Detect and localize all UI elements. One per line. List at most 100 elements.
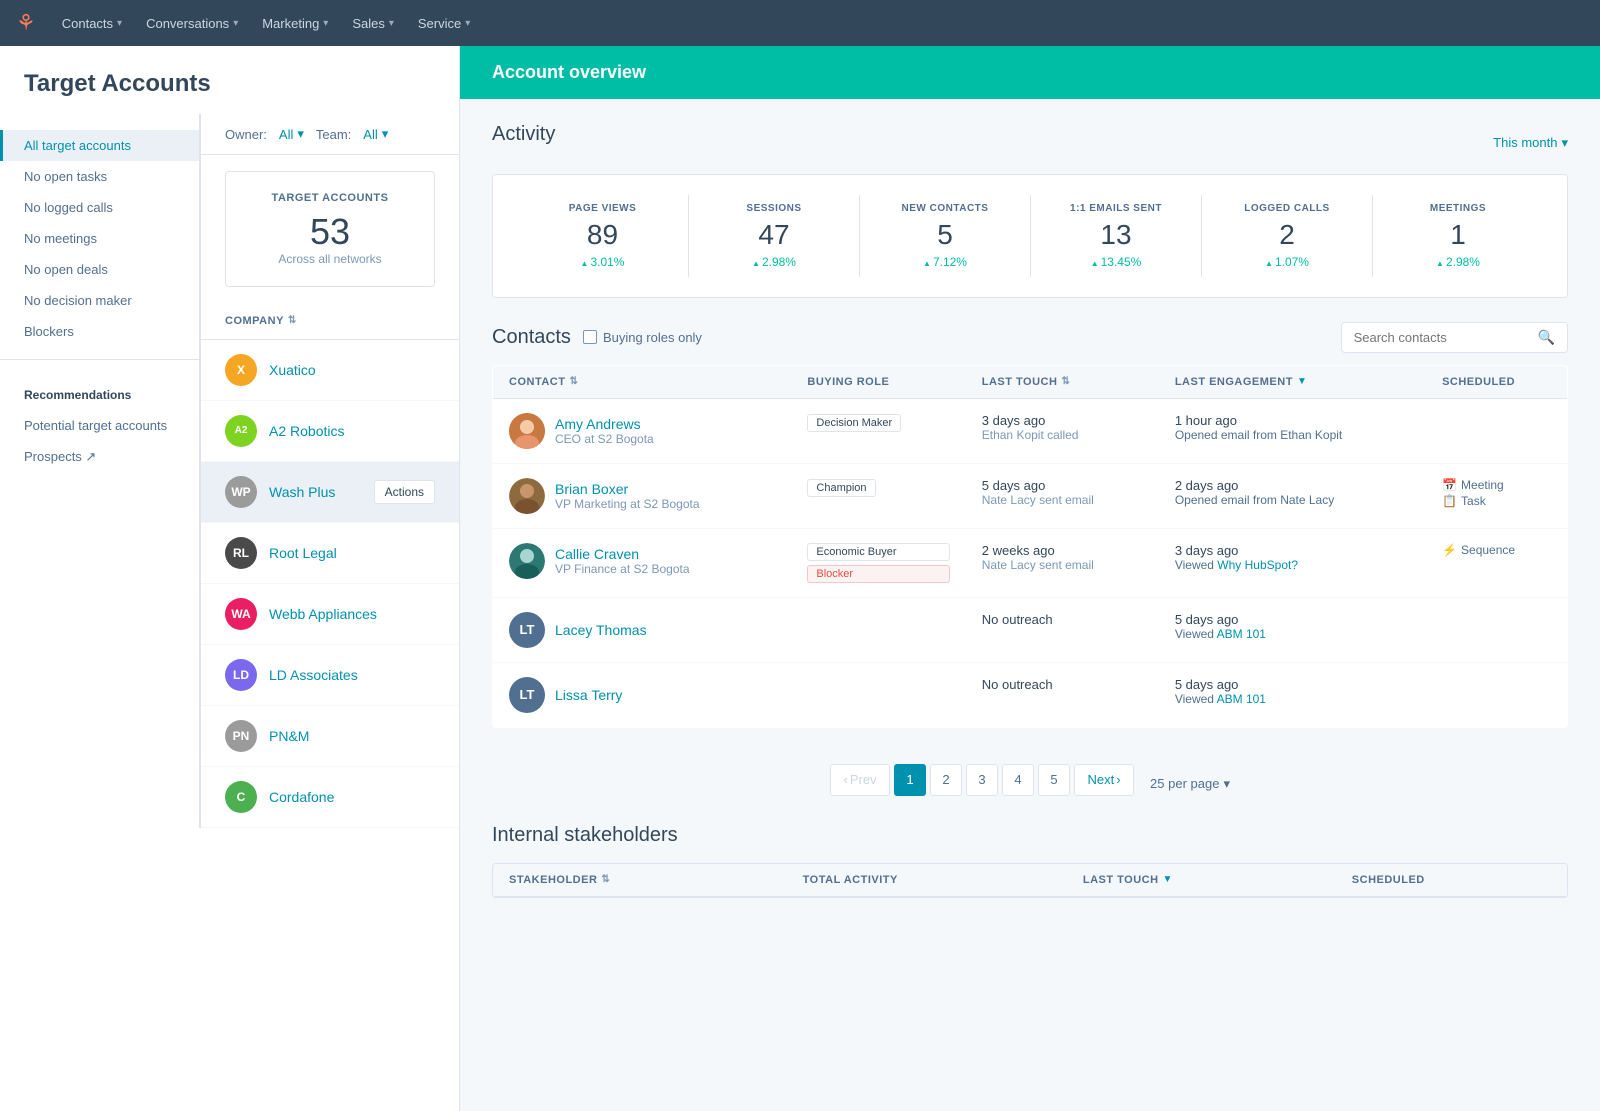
- per-page-select[interactable]: 25 per page ▾: [1150, 776, 1230, 792]
- filter-no-open-tasks[interactable]: No open tasks: [0, 161, 199, 192]
- contacts-table-header: CONTACT ⇅ BUYING ROLE LAST TOUCH ⇅: [493, 365, 1568, 398]
- last-engagement-cell: 2 days ago Opened email from Nate Lacy: [1159, 463, 1426, 528]
- contact-name[interactable]: Amy Andrews: [555, 416, 654, 432]
- up-arrow-icon: [581, 255, 589, 269]
- company-name[interactable]: LD Associates: [269, 667, 358, 683]
- contact-cell: LT Lacey Thomas: [509, 612, 775, 648]
- page-4-button[interactable]: 4: [1002, 764, 1034, 796]
- th-total-activity: TOTAL ACTIVITY: [787, 864, 1067, 897]
- table-row: Amy Andrews CEO at S2 Bogota Decision Ma…: [493, 398, 1568, 463]
- chevron-down-icon: ▾: [382, 126, 389, 142]
- th-last-touch: LAST TOUCH ⇅: [966, 365, 1159, 398]
- avatar: [509, 413, 545, 449]
- company-name[interactable]: Webb Appliances: [269, 606, 377, 622]
- up-arrow-icon: [1265, 255, 1273, 269]
- stakeholders-card: STAKEHOLDER ⇅ TOTAL ACTIVITY LAST TOUCH …: [492, 863, 1568, 898]
- company-column-header: COMPANY ⇅: [201, 303, 459, 340]
- company-name[interactable]: A2 Robotics: [269, 423, 344, 439]
- sort-icon[interactable]: ⇅: [288, 315, 297, 326]
- next-button[interactable]: Next ›: [1074, 764, 1134, 796]
- actions-button[interactable]: Actions: [374, 480, 435, 504]
- sort-icon[interactable]: ⇅: [601, 874, 610, 885]
- target-accounts-card: TARGET ACCOUNTS 53 Across all networks: [225, 171, 435, 287]
- nav-service[interactable]: Service ▾: [408, 10, 480, 37]
- pagination-row: ‹ Prev 1 2 3 4 5 Next › 25 per page ▾: [492, 744, 1568, 824]
- company-item-cordafone[interactable]: C Cordafone: [201, 767, 459, 828]
- page-3-button[interactable]: 3: [966, 764, 998, 796]
- search-contacts-input[interactable]: [1354, 330, 1530, 345]
- company-name[interactable]: Xuatico: [269, 362, 316, 378]
- filter-prospects[interactable]: Prospects ↗: [0, 441, 199, 473]
- company-item-a2robotics[interactable]: A2 A2 Robotics: [201, 401, 459, 462]
- last-touch-cell: 5 days ago Nate Lacy sent email: [966, 463, 1159, 528]
- prev-button[interactable]: ‹ Prev: [830, 764, 890, 796]
- page-1-button[interactable]: 1: [894, 764, 926, 796]
- th-stakeholder: STAKEHOLDER ⇅: [493, 864, 787, 897]
- chevron-left-icon: ‹: [843, 772, 847, 787]
- owner-label: Owner:: [225, 127, 267, 142]
- nav-contacts[interactable]: Contacts ▾: [52, 10, 132, 37]
- contact-name[interactable]: Callie Craven: [555, 546, 690, 562]
- company-name[interactable]: Root Legal: [269, 545, 337, 561]
- nav-conversations[interactable]: Conversations ▾: [136, 10, 248, 37]
- company-item-rootlegal[interactable]: RL Root Legal: [201, 523, 459, 584]
- team-label: Team:: [316, 127, 351, 142]
- this-month-button[interactable]: This month ▾: [1493, 135, 1568, 151]
- contact-name[interactable]: Brian Boxer: [555, 481, 700, 497]
- filter-no-meetings[interactable]: No meetings: [0, 223, 199, 254]
- company-item-webbappliances[interactable]: WA Webb Appliances: [201, 584, 459, 645]
- company-item-pnm[interactable]: PN PN&M: [201, 706, 459, 767]
- company-name[interactable]: Cordafone: [269, 789, 334, 805]
- filter-potential-target-accounts[interactable]: Potential target accounts: [0, 410, 199, 441]
- page-2-button[interactable]: 2: [930, 764, 962, 796]
- owner-select[interactable]: All ▾: [279, 126, 304, 142]
- sort-icon[interactable]: ⇅: [569, 376, 578, 387]
- metric-emails-sent: 1:1 EMAILS SENT 13 13.45%: [1030, 195, 1201, 277]
- company-avatar: A2: [225, 415, 257, 447]
- company-name[interactable]: PN&M: [269, 728, 309, 744]
- engagement-link[interactable]: Why HubSpot?: [1217, 558, 1298, 572]
- nav-marketing[interactable]: Marketing ▾: [252, 10, 338, 37]
- sort-icon-active[interactable]: ▼: [1297, 376, 1307, 387]
- buying-roles-checkbox[interactable]: [583, 330, 597, 344]
- contact-name[interactable]: Lissa Terry: [555, 687, 622, 703]
- filter-blockers[interactable]: Blockers: [0, 316, 199, 347]
- filter-all-target-accounts[interactable]: All target accounts: [0, 130, 199, 161]
- filter-no-open-deals[interactable]: No open deals: [0, 254, 199, 285]
- contact-name[interactable]: Lacey Thomas: [555, 622, 647, 638]
- engagement-link[interactable]: ABM 101: [1217, 627, 1266, 641]
- contact-info: Amy Andrews CEO at S2 Bogota: [555, 416, 654, 446]
- pagination: ‹ Prev 1 2 3 4 5 Next ›: [830, 744, 1134, 816]
- company-item-washplus[interactable]: WP Wash Plus Actions: [201, 462, 459, 523]
- table-row: Callie Craven VP Finance at S2 Bogota Ec…: [493, 528, 1568, 597]
- sort-icon[interactable]: ⇅: [1061, 376, 1070, 387]
- up-arrow-icon: [1436, 255, 1444, 269]
- activity-section-title: Activity: [492, 123, 555, 146]
- chevron-down-icon: ▾: [323, 18, 328, 29]
- search-contacts-box[interactable]: 🔍: [1341, 322, 1568, 353]
- last-engagement-cell: 5 days ago Viewed ABM 101: [1159, 662, 1426, 727]
- stakeholders-table-header: STAKEHOLDER ⇅ TOTAL ACTIVITY LAST TOUCH …: [493, 864, 1567, 897]
- stakeholders-section-title: Internal stakeholders: [492, 824, 1568, 847]
- page-5-button[interactable]: 5: [1038, 764, 1070, 796]
- filter-no-logged-calls[interactable]: No logged calls: [0, 192, 199, 223]
- scheduled-cell: 📅 Meeting 📋 Task: [1426, 463, 1567, 528]
- buying-role-cell: [791, 597, 965, 662]
- filter-no-decision-maker[interactable]: No decision maker: [0, 285, 199, 316]
- contact-cell: LT Lissa Terry: [509, 677, 775, 713]
- nav-sales[interactable]: Sales ▾: [342, 10, 404, 37]
- chevron-down-icon: ▾: [465, 18, 470, 29]
- company-avatar: RL: [225, 537, 257, 569]
- sequence-icon: ⚡: [1442, 543, 1457, 557]
- sort-icon-active[interactable]: ▼: [1163, 874, 1173, 885]
- company-item-ldassociates[interactable]: LD LD Associates: [201, 645, 459, 706]
- scheduled-task: 📋 Task: [1442, 494, 1551, 508]
- company-item-xuatico[interactable]: X Xuatico: [201, 340, 459, 401]
- buying-role-badge: Champion: [807, 479, 875, 497]
- top-nav: ⚘ Contacts ▾ Conversations ▾ Marketing ▾…: [0, 0, 1600, 46]
- engagement-link[interactable]: ABM 101: [1217, 692, 1266, 706]
- buying-roles-filter[interactable]: Buying roles only: [583, 330, 702, 345]
- contact-cell: Callie Craven VP Finance at S2 Bogota: [509, 543, 775, 579]
- team-select[interactable]: All ▾: [363, 126, 388, 142]
- company-name[interactable]: Wash Plus: [269, 484, 335, 500]
